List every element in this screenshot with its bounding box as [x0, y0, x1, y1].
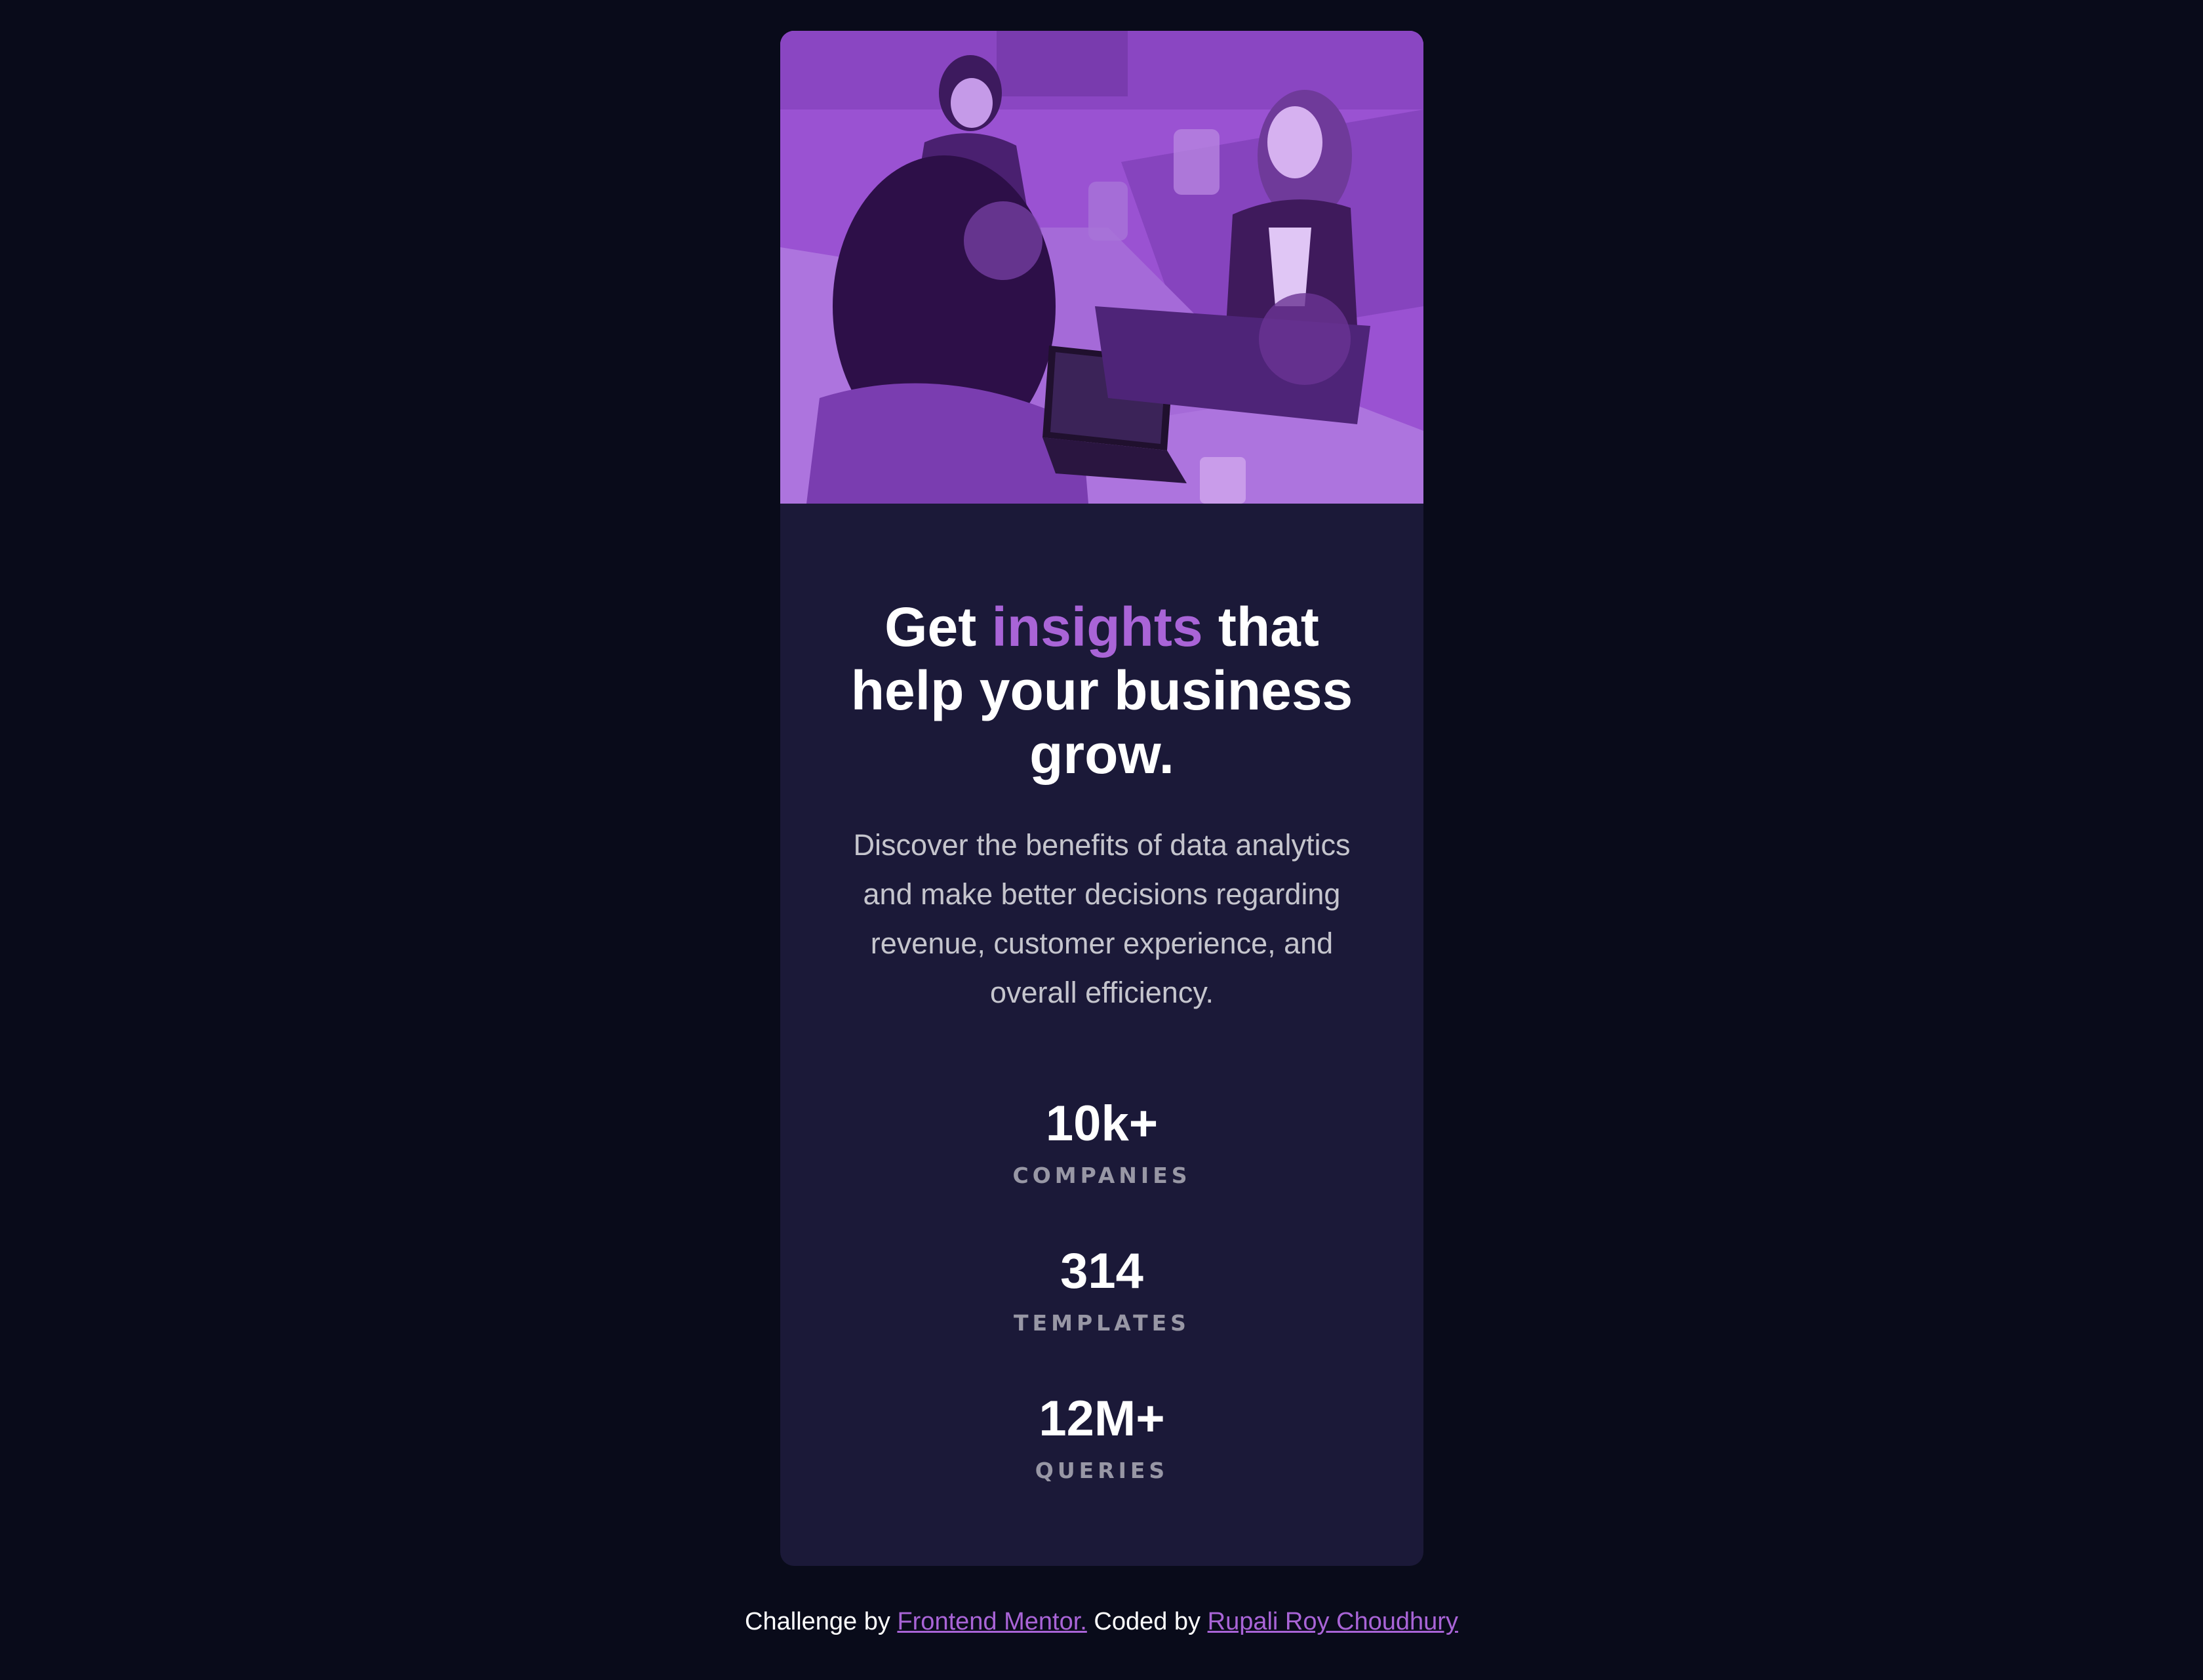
- card-heading: Get insights that help your business gro…: [839, 504, 1364, 786]
- office-team-illustration: [780, 31, 1423, 504]
- stat-templates: 314 TEMPLATES: [839, 1243, 1364, 1336]
- stat-companies: 10k+ COMPANIES: [839, 1096, 1364, 1188]
- stat-label: QUERIES: [1035, 1458, 1169, 1483]
- stat-queries: 12M+ QUERIES: [839, 1391, 1364, 1483]
- attribution-prefix: Challenge by: [745, 1608, 898, 1635]
- card-content: Get insights that help your business gro…: [780, 504, 1423, 1483]
- author-link[interactable]: Rupali Roy Choudhury: [1208, 1608, 1458, 1635]
- stat-value: 314: [1060, 1243, 1143, 1299]
- stat-value: 10k+: [1045, 1096, 1159, 1151]
- hero-image: [780, 31, 1423, 504]
- stat-value: 12M+: [1039, 1391, 1165, 1447]
- heading-accent: insights: [991, 596, 1203, 658]
- attribution: Challenge by Frontend Mentor. Coded by R…: [0, 1608, 2203, 1636]
- frontend-mentor-link[interactable]: Frontend Mentor.: [897, 1608, 1086, 1635]
- card-description: Discover the benefits of data analytics …: [853, 828, 1351, 1009]
- heading-part1: Get: [884, 596, 992, 658]
- stat-label: TEMPLATES: [1014, 1310, 1190, 1336]
- stats-card: Get insights that help your business gro…: [780, 31, 1423, 1566]
- stat-label: COMPANIES: [1012, 1163, 1191, 1188]
- stats-list: 10k+ COMPANIES 314 TEMPLATES 12M+ QUERIE…: [839, 1096, 1364, 1483]
- attribution-middle: Coded by: [1086, 1608, 1208, 1635]
